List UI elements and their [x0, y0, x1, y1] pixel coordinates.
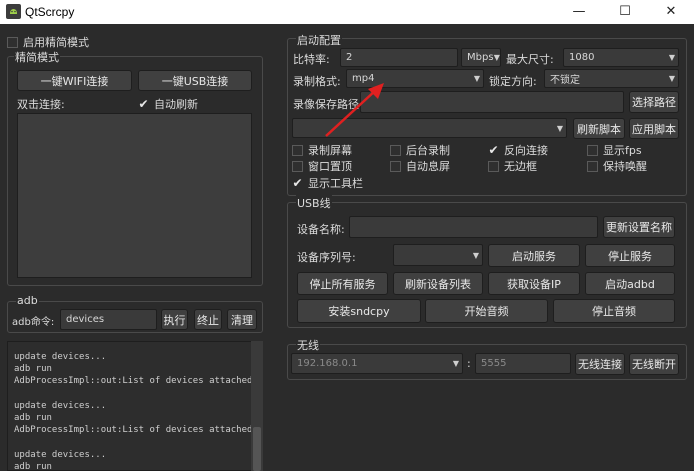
select-path-button[interactable]: 选择路径 — [629, 91, 679, 113]
simple-mode-checkbox[interactable]: 启用精简模式 — [7, 34, 89, 50]
max-size-label: 最大尺寸: — [506, 53, 554, 66]
auto-refresh-checkbox[interactable]: ✔ 自动刷新 — [138, 96, 198, 112]
start-adbd-button[interactable]: 启动adbd — [585, 272, 675, 295]
stop-service-button[interactable]: 停止服务 — [585, 244, 675, 267]
chevron-down-icon: ▼ — [556, 123, 564, 133]
record-path-input[interactable] — [360, 91, 624, 113]
option-frameless[interactable]: 无边框 — [488, 158, 537, 174]
option-stay-awake[interactable]: 保持唤醒 — [587, 158, 647, 174]
lock-orientation-label: 锁定方向: — [489, 75, 537, 88]
checkbox-box — [587, 160, 598, 172]
install-sndcpy-button[interactable]: 安装sndcpy — [297, 299, 421, 323]
wifi-connect-button[interactable]: 一键WIFI连接 — [17, 70, 132, 91]
log-scrollbar[interactable] — [251, 341, 263, 471]
close-button[interactable]: ✕ — [648, 0, 694, 24]
app-icon — [6, 4, 21, 19]
chevron-down-icon: ▼ — [473, 74, 481, 83]
lock-orientation-value: 不锁定 — [550, 75, 580, 86]
check-icon: ✔ — [138, 97, 149, 111]
clear-button[interactable]: 清理 — [227, 309, 257, 330]
option-show-toolbar[interactable]: ✔ 显示工具栏 — [292, 175, 363, 191]
chevron-down-icon: ▼ — [493, 53, 500, 62]
wireless-group-title: 无线 — [296, 337, 320, 353]
auto-refresh-label: 自动刷新 — [154, 98, 198, 111]
stop-button[interactable]: 终止 — [194, 309, 222, 330]
option-background-record[interactable]: 后台录制 — [390, 142, 450, 158]
start-service-button[interactable]: 启动服务 — [488, 244, 580, 267]
device-name-input[interactable] — [349, 216, 598, 238]
usb-group-title: USB线 — [296, 195, 332, 211]
check-icon: ✔ — [488, 143, 499, 157]
simple-mode-label: 启用精简模式 — [23, 36, 89, 49]
serial-select[interactable]: ▼ — [393, 244, 483, 266]
checkbox-box — [7, 36, 18, 48]
bitrate-input[interactable]: 2 — [340, 48, 458, 67]
chevron-down-icon: ▼ — [668, 74, 676, 83]
stop-audio-button[interactable]: 停止音频 — [553, 299, 675, 323]
stop-all-services-button[interactable]: 停止所有服务 — [297, 272, 388, 295]
option-auto-screen-off[interactable]: 自动息屏 — [390, 158, 450, 174]
bitrate-label: 比特率: — [293, 53, 330, 66]
execute-button[interactable]: 执行 — [161, 309, 188, 330]
refresh-devices-button[interactable]: 刷新设备列表 — [393, 272, 483, 295]
checkbox-box — [587, 144, 598, 156]
apply-script-button[interactable]: 应用脚本 — [629, 118, 679, 139]
option-reverse-connect[interactable]: ✔ 反向连接 — [488, 142, 548, 158]
annotation-arrow-icon — [325, 83, 384, 137]
port-input[interactable]: 5555 — [475, 353, 571, 374]
lock-orientation-select[interactable]: 不锁定 ▼ — [544, 69, 679, 88]
log-output[interactable]: update devices... adb run AdbProcessImpl… — [7, 341, 263, 471]
ip-select[interactable]: 192.168.0.1 ▼ — [291, 353, 463, 374]
wireless-connect-button[interactable]: 无线连接 — [575, 353, 625, 375]
ip-placeholder: 192.168.0.1 — [297, 358, 358, 369]
checkbox-box — [390, 160, 401, 172]
option-show-fps[interactable]: 显示fps — [587, 142, 642, 158]
bitrate-unit-value: Mbps — [467, 52, 494, 63]
device-name-label: 设备名称: — [297, 223, 345, 236]
usb-connect-button[interactable]: 一键USB连接 — [138, 70, 252, 91]
simple-mode-group-title: 精简模式 — [14, 49, 60, 65]
option-record-screen[interactable]: 录制屏幕 — [292, 142, 352, 158]
checkbox-box — [292, 144, 303, 156]
minimize-button[interactable]: — — [556, 0, 602, 24]
check-icon: ✔ — [292, 176, 303, 190]
window-title: QtScrcpy — [25, 5, 75, 19]
update-name-button[interactable]: 更新设置名称 — [603, 216, 675, 238]
chevron-down-icon: ▼ — [452, 359, 460, 368]
maximize-button[interactable]: ☐ — [602, 0, 648, 24]
checkbox-box — [292, 160, 303, 172]
option-always-on-top[interactable]: 窗口置顶 — [292, 158, 352, 174]
max-size-select[interactable]: 1080 ▼ — [563, 48, 679, 67]
checkbox-box — [390, 144, 401, 156]
close-icon: ✕ — [665, 4, 677, 19]
bitrate-unit-select[interactable]: Mbps ▼ — [461, 48, 501, 67]
ip-port-separator: : — [467, 357, 471, 370]
adb-command-input[interactable]: devices — [60, 309, 157, 330]
refresh-script-button[interactable]: 刷新脚本 — [573, 118, 625, 139]
checkbox-box — [488, 160, 499, 172]
adb-command-label: adb命令: — [12, 317, 55, 328]
wireless-disconnect-button[interactable]: 无线断开 — [629, 353, 679, 375]
log-scrollbar-thumb[interactable] — [253, 427, 261, 471]
chevron-down-icon: ▼ — [472, 250, 480, 260]
max-size-value: 1080 — [569, 52, 595, 63]
adb-group-title: adb — [16, 294, 39, 307]
double-click-label: 双击连接: — [17, 98, 65, 111]
serial-label: 设备序列号: — [297, 251, 356, 264]
start-audio-button[interactable]: 开始音频 — [425, 299, 548, 323]
title-bar: QtScrcpy — ☐ ✕ — [0, 0, 694, 24]
minimize-icon: — — [572, 4, 586, 19]
get-device-ip-button[interactable]: 获取设备IP — [488, 272, 580, 295]
chevron-down-icon: ▼ — [668, 53, 676, 62]
start-config-group-title: 启动配置 — [296, 32, 342, 48]
maximize-icon: ☐ — [619, 4, 631, 19]
device-list[interactable] — [17, 113, 252, 278]
